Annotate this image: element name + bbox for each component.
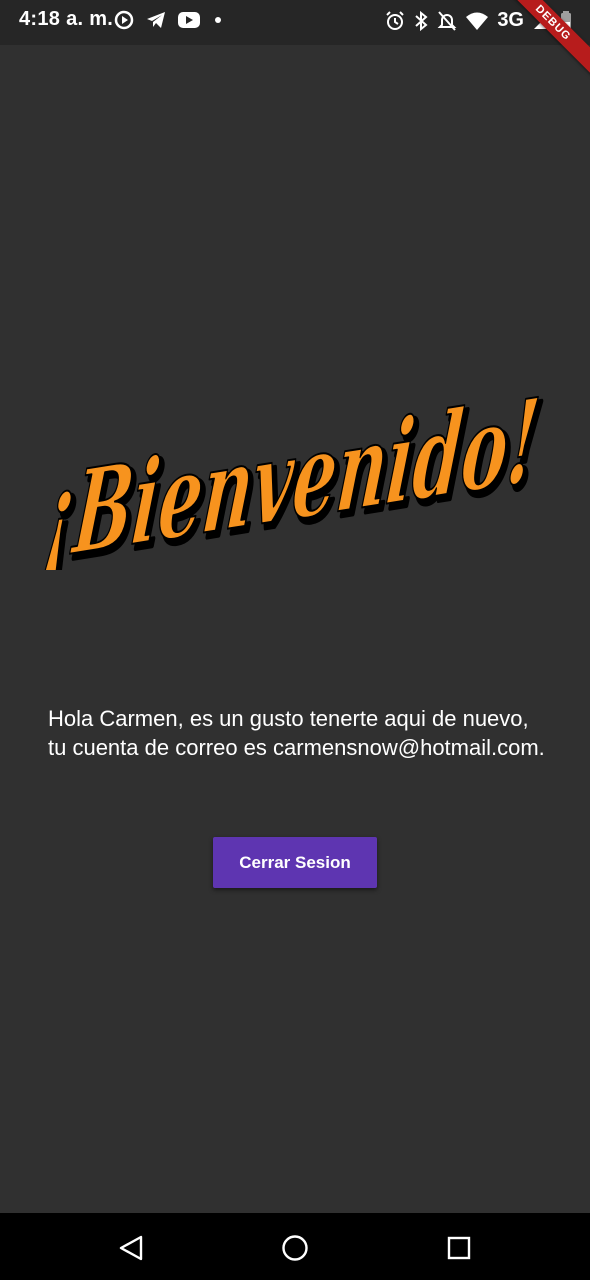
logout-button[interactable]: Cerrar Sesion: [213, 837, 377, 888]
screen-record-icon: [114, 10, 134, 30]
welcome-message: Hola Carmen, es un gusto tenerte aqui de…: [48, 706, 545, 760]
status-bar: 4:18 a. m. 3G: [0, 0, 590, 45]
bluetooth-icon: [415, 10, 428, 31]
welcome-heading: ¡Bienvenido!: [39, 372, 545, 570]
back-icon[interactable]: [114, 1231, 148, 1265]
status-time: 4:18 a. m.: [19, 8, 114, 30]
wifi-icon: [466, 12, 489, 30]
notification-dot-icon: [215, 17, 221, 23]
youtube-icon: [178, 12, 200, 28]
telegram-icon: [147, 12, 165, 28]
notifications-off-icon: [437, 10, 457, 31]
recents-icon[interactable]: [442, 1231, 476, 1265]
home-icon[interactable]: [278, 1231, 312, 1265]
welcome-logo: ¡Bienvenido! ¡Bienvenido!: [38, 371, 551, 570]
navigation-bar: [0, 1213, 590, 1280]
network-type: 3G: [497, 9, 524, 31]
alarm-icon: [386, 10, 405, 30]
app-screen: 4:18 a. m. 3G DEBUG ¡Bienvenido! ¡Bienve…: [0, 0, 590, 1280]
status-left-icons: [113, 9, 225, 31]
